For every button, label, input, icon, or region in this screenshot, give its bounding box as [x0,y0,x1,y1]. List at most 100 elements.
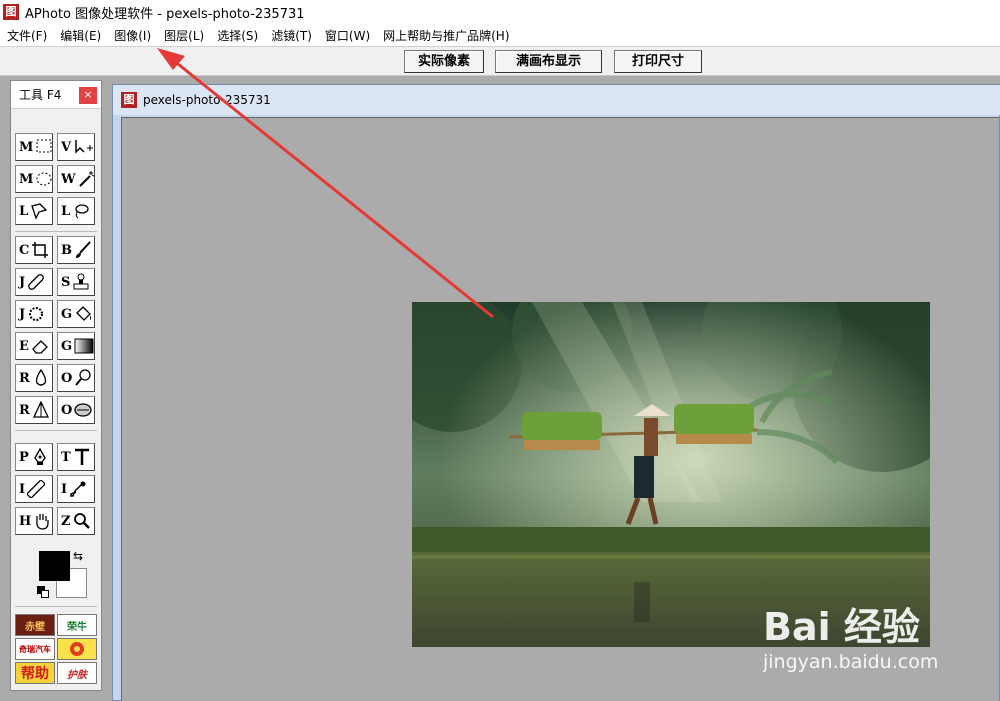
menu-image[interactable]: 图像(I) [111,27,154,44]
menu-help[interactable]: 网上帮助与推广品牌(H) [380,27,512,44]
menu-window[interactable]: 窗口(W) [322,27,373,44]
brush-tool[interactable]: B [57,236,95,264]
tool-key: S [61,274,71,290]
pen-tool[interactable]: P [15,443,53,471]
tool-key: E [19,338,29,354]
menu-layer[interactable]: 图层(L) [161,27,207,44]
divider [15,430,97,431]
text-icon [74,448,89,465]
sponge-icon [74,403,92,417]
reset-colors-icon[interactable] [37,586,49,598]
magic-wand-icon [78,171,94,187]
app-icon: 图 [3,4,19,20]
tool-key: V [61,139,72,155]
spot-tool[interactable]: J [15,300,53,328]
healing-tool[interactable]: J [15,268,53,296]
eyedropper-tool[interactable]: I [57,475,95,503]
gradient-tool[interactable]: G [57,332,95,360]
ad-tile-chery[interactable]: 奇瑞汽车 [15,638,55,660]
zoom-icon [73,513,90,529]
eraser-tool[interactable]: E [15,332,53,360]
tool-key: J [19,306,26,322]
title-bar: 图 APhoto 图像处理软件 - pexels-photo-235731 [0,0,1000,24]
tool-key: W [61,171,76,187]
menu-filter[interactable]: 滤镜(T) [268,27,315,44]
bucket-tool[interactable]: G [57,300,95,328]
pen-icon [34,448,46,465]
menu-edit[interactable]: 编辑(E) [57,27,104,44]
ad-tile-flower[interactable] [57,638,97,660]
gradient-icon [74,338,94,354]
sharpen-tool[interactable]: R [15,396,53,424]
menu-file[interactable]: 文件(F) [4,27,50,44]
tool-key: G [61,338,73,354]
rect-marquee-tool[interactable]: M [15,133,53,161]
watermark-url: jingyan.baidu.com [763,651,939,673]
swap-colors-icon[interactable]: ⇆ [73,549,83,563]
tool-key: Z [61,513,71,529]
ruler-icon [27,480,46,498]
menu-bar: 文件(F) 编辑(E) 图像(I) 图层(L) 选择(S) 滤镜(T) 窗口(W… [0,24,1000,46]
blur-tool[interactable]: R [15,364,53,392]
tool-key: H [19,513,32,529]
crop-icon [32,242,49,258]
hand-tool[interactable]: H [15,507,53,535]
stamp-icon [73,273,89,290]
zoom-tool[interactable]: Z [57,507,95,535]
polygon-lasso-tool[interactable]: L [15,197,53,225]
ad-tile-mengniu[interactable]: 荣牛 [57,614,97,636]
app-window: 图 APhoto 图像处理软件 - pexels-photo-235731 文件… [0,0,1000,701]
tool-panel: 工具 F4 × M V M W L L C B J S J G E G R O … [10,80,102,691]
eraser-icon [32,340,48,354]
ad-tile-help[interactable]: 帮助 [15,662,55,684]
document-title-bar: 图 pexels-photo-235731 [113,85,1000,115]
rect-marquee-icon [36,139,52,153]
tool-key: M [19,171,34,187]
foreground-color-swatch[interactable] [39,551,70,581]
fit-canvas-button[interactable]: 满画布显示 [495,50,602,73]
text-tool[interactable]: T [57,443,95,471]
tool-key: T [61,449,71,465]
sponge-tool[interactable]: O [57,396,95,424]
brush-icon [76,241,91,258]
ellipse-marquee-icon [36,172,52,186]
ellipse-marquee-tool[interactable]: M [15,165,53,193]
tool-key: M [19,139,34,155]
divider [15,606,97,607]
stamp-tool[interactable]: S [57,268,95,296]
ad-tile-chibi[interactable]: 赤壁 [15,614,55,636]
toolbar: 实际像素 满画布显示 打印尺寸 [0,46,1000,76]
polygon-lasso-icon [31,203,48,220]
ruler-tool[interactable]: I [15,475,53,503]
bucket-icon [76,306,92,321]
divider [15,231,97,232]
tool-key: R [19,370,30,386]
document-icon: 图 [121,92,137,108]
tool-panel-close-button[interactable]: × [79,87,97,104]
print-size-button[interactable]: 打印尺寸 [614,50,702,73]
lasso-tool[interactable]: L [57,197,95,225]
magic-wand-tool[interactable]: W [57,165,95,193]
window-title: APhoto 图像处理软件 - pexels-photo-235731 [25,6,305,22]
tool-key: I [19,481,26,497]
tool-panel-title: 工具 F4 [19,88,62,102]
dodge-tool[interactable]: O [57,364,95,392]
menu-select[interactable]: 选择(S) [214,27,261,44]
document-title: pexels-photo-235731 [143,93,271,107]
blur-icon [35,369,46,386]
crop-tool[interactable]: C [15,236,53,264]
tool-key: I [61,481,68,497]
actual-pixels-button[interactable]: 实际像素 [404,50,484,73]
hand-icon [36,514,49,530]
flower-icon [70,642,84,656]
tool-key: B [61,242,72,258]
move-tool[interactable]: V [57,133,95,161]
eyedropper-icon [70,481,86,497]
tool-key: O [61,370,73,386]
tool-key: J [19,274,26,290]
watermark-brand: Bai 经验 [763,605,920,649]
dodge-icon [75,369,91,386]
tool-key: O [61,402,73,418]
tool-key: L [61,203,71,219]
ad-tile-skincare[interactable]: 护肤 [57,662,97,684]
